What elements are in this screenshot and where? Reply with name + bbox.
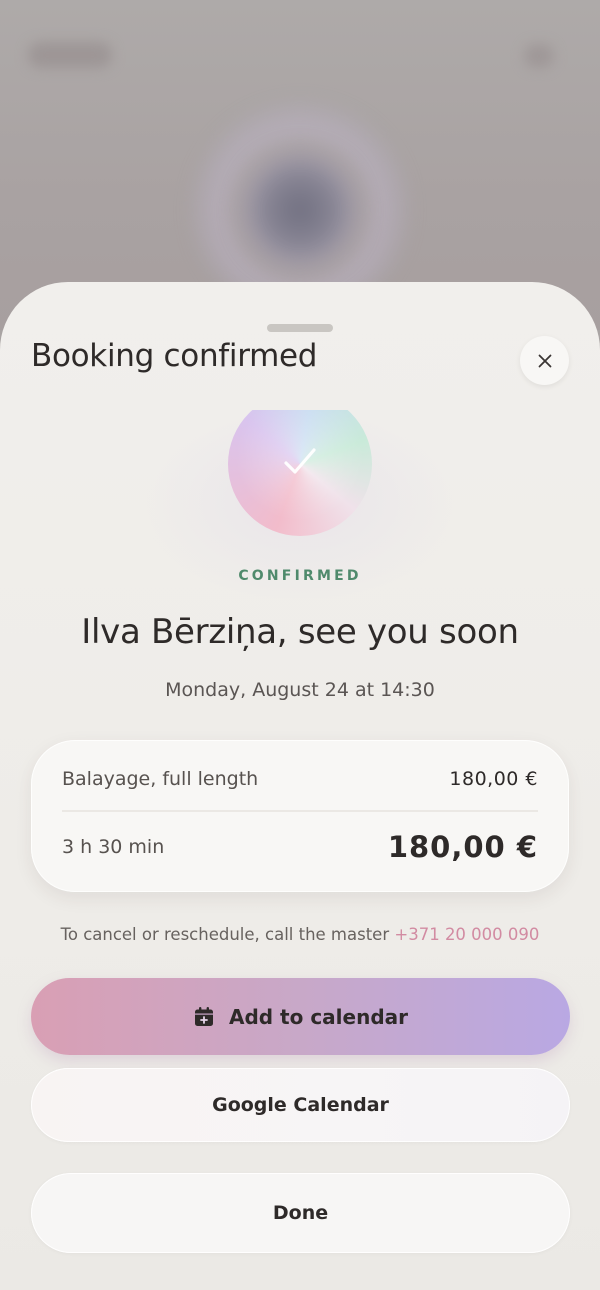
calendar-add-icon: [194, 1006, 213, 1026]
done-label: Done: [272, 1202, 329, 1224]
duration: 3 h 30 min: [62, 836, 165, 858]
close-icon: [538, 354, 551, 367]
check-icon: [284, 448, 316, 474]
status-confirmed-label: CONFIRMED: [238, 568, 362, 584]
service-price: 180,00 €: [449, 768, 538, 790]
appointment-datetime: Monday, August 24 at 14:30: [165, 679, 435, 701]
service-row: Balayage, full length 180,00 €: [62, 768, 538, 790]
booking-confirmed-sheet: Booking confirmed CONFIRMED Ilva Bērziņa…: [0, 282, 600, 1290]
google-calendar-button[interactable]: Google Calendar: [31, 1068, 570, 1142]
total-row: 3 h 30 min 180,00 €: [62, 830, 538, 864]
sheet-title: Booking confirmed: [31, 338, 318, 374]
card-divider: [62, 810, 538, 812]
background-title-blur: [28, 42, 112, 68]
greeting-heading: Ilva Bērziņa, see you soon: [81, 612, 519, 652]
close-button[interactable]: [520, 336, 569, 385]
confirmation-orb: [228, 410, 372, 536]
background-avatar-blur: [240, 150, 360, 270]
master-phone-link[interactable]: +371 20 000 090: [394, 925, 539, 944]
cancel-note-text: To cancel or reschedule, call the master: [60, 925, 395, 944]
add-to-calendar-button[interactable]: Add to calendar: [31, 978, 570, 1055]
sheet-drag-handle[interactable]: [267, 324, 333, 332]
done-button[interactable]: Done: [31, 1173, 570, 1253]
booking-summary-card: Balayage, full length 180,00 € 3 h 30 mi…: [31, 740, 569, 892]
google-calendar-label: Google Calendar: [212, 1094, 389, 1116]
add-to-calendar-label: Add to calendar: [228, 1004, 409, 1029]
total-price: 180,00 €: [387, 830, 538, 864]
background-icon-blur: [524, 44, 554, 68]
service-name: Balayage, full length: [62, 768, 259, 790]
cancel-note: To cancel or reschedule, call the master…: [0, 925, 600, 944]
background-app-blurred: [0, 0, 600, 330]
